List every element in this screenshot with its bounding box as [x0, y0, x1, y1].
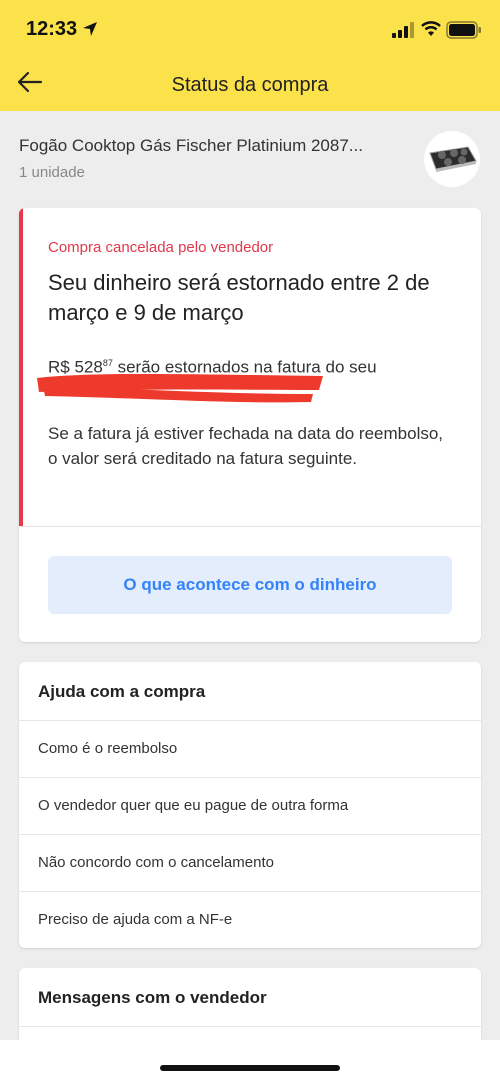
signal-icon [392, 22, 414, 38]
status-label: Compra cancelada pelo vendedor [48, 239, 274, 256]
help-item-disagree-cancel[interactable]: Não concordo com o cancelamento [19, 834, 481, 891]
refund-amount-cents: 87 [102, 358, 113, 368]
status-bar: 12:33 [0, 0, 500, 60]
location-arrow-icon [83, 22, 97, 36]
list-item-label: Não concordo com o cancelamento [38, 854, 274, 871]
list-item-label: Como é o reembolso [38, 740, 178, 757]
invoice-info-text: Se a fatura já estiver fechada na data d… [48, 424, 444, 468]
help-section-title: Ajuda com a compra [38, 682, 206, 701]
home-indicator-area [0, 1040, 500, 1082]
product-name: Fogão Cooktop Gás Fischer Platinium 2087… [19, 136, 363, 155]
product-quantity: 1 unidade [19, 164, 85, 181]
home-indicator[interactable] [160, 1065, 340, 1071]
card-divider [19, 526, 481, 527]
app-header: 12:33 Status da compra [0, 0, 500, 111]
help-item-refund[interactable]: Como é o reembolso [19, 720, 481, 777]
product-summary[interactable]: Fogão Cooktop Gás Fischer Platinium 2087… [0, 111, 500, 201]
card-divider [19, 1026, 481, 1027]
cooktop-image [429, 146, 477, 172]
wifi-icon [421, 21, 441, 36]
what-happens-money-button[interactable]: O que acontece com o dinheiro [48, 556, 452, 614]
battery-icon [446, 21, 481, 39]
messages-section-title: Mensagens com o vendedor [38, 988, 267, 1007]
help-item-nfe[interactable]: Preciso de ajuda com a NF-e [19, 891, 481, 948]
status-time: 12:33 [26, 18, 78, 40]
help-item-other-payment[interactable]: O vendedor quer que eu pague de outra fo… [19, 777, 481, 834]
list-item-label: Preciso de ajuda com a NF-e [38, 911, 233, 928]
refund-status-card: Compra cancelada pelo vendedor Seu dinhe… [19, 208, 481, 642]
page-title: Status da compra [171, 74, 329, 96]
purchase-help-card: Ajuda com a compra Como é o reembolso O … [19, 662, 481, 948]
list-item-label: O vendedor quer que eu pague de outra fo… [38, 797, 349, 814]
product-thumbnail [424, 131, 480, 187]
redaction-scribble [37, 374, 323, 403]
refund-title: Seu dinheiro será estornado entre 2 de m… [48, 270, 430, 325]
status-accent-bar [19, 208, 23, 526]
help-list: Como é o reembolso O vendedor quer que e… [19, 720, 481, 948]
navigation-bar: Status da compra [0, 60, 500, 111]
